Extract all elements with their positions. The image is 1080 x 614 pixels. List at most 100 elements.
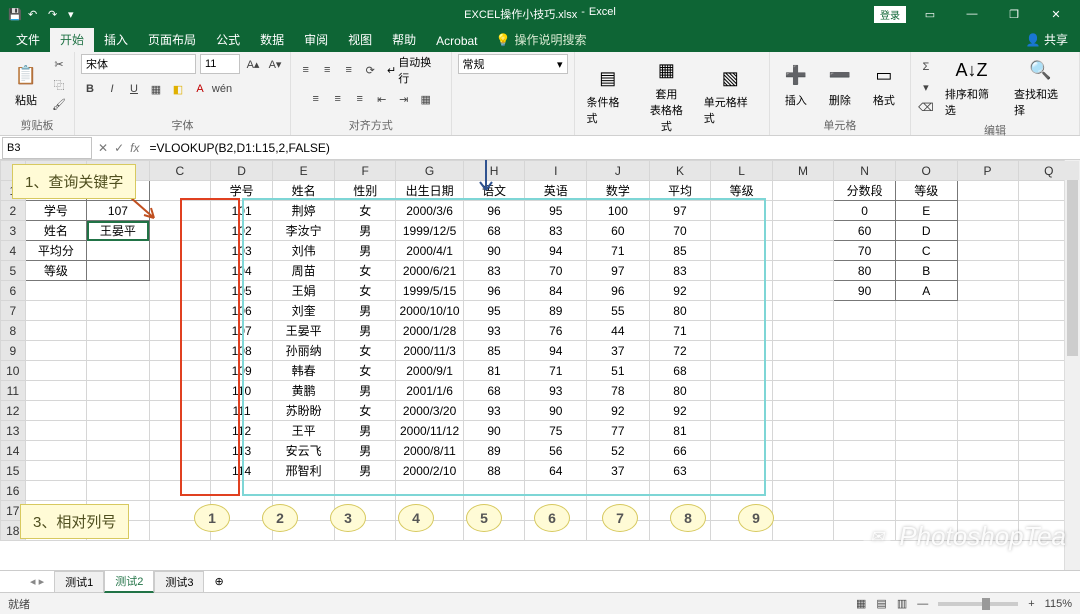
cell[interactable]: [957, 441, 1018, 461]
cell[interactable]: [1018, 381, 1079, 401]
cell[interactable]: [1018, 441, 1079, 461]
row-header[interactable]: 16: [1, 481, 26, 501]
formula-bar[interactable]: [145, 137, 1080, 159]
cell[interactable]: [149, 281, 210, 301]
cell[interactable]: 92: [649, 281, 711, 301]
cell[interactable]: 83: [525, 221, 587, 241]
col-header[interactable]: G: [396, 161, 463, 181]
cell[interactable]: [834, 501, 896, 521]
cancel-formula-icon[interactable]: ✕: [98, 141, 108, 155]
tab-help[interactable]: 帮助: [382, 27, 426, 52]
cell[interactable]: [1018, 201, 1079, 221]
cell[interactable]: 1999/5/15: [396, 281, 463, 301]
cell[interactable]: 安云飞: [273, 441, 335, 461]
cell[interactable]: [210, 481, 273, 501]
cell[interactable]: 等级: [711, 181, 773, 201]
cell[interactable]: [25, 321, 87, 341]
cell[interactable]: 2000/3/20: [396, 401, 463, 421]
autosum-icon[interactable]: Σ: [917, 58, 935, 76]
cell[interactable]: [1018, 261, 1079, 281]
cell[interactable]: [772, 501, 833, 521]
name-box[interactable]: [2, 137, 92, 159]
cell[interactable]: 89: [463, 441, 525, 461]
cell[interactable]: 85: [649, 241, 711, 261]
sheet-tab-2[interactable]: 测试2: [104, 570, 154, 593]
cell[interactable]: [772, 241, 833, 261]
format-cells-button[interactable]: ▭格式: [864, 60, 904, 110]
cell[interactable]: 90: [525, 401, 587, 421]
col-header[interactable]: N: [834, 161, 896, 181]
cell[interactable]: [834, 421, 896, 441]
cell[interactable]: 邢智利: [273, 461, 335, 481]
cell[interactable]: 81: [649, 421, 711, 441]
cell[interactable]: 37: [587, 461, 650, 481]
cell[interactable]: 97: [649, 201, 711, 221]
cell[interactable]: 平均分: [25, 241, 87, 261]
cell[interactable]: [772, 381, 833, 401]
cell[interactable]: 1999/12/5: [396, 221, 463, 241]
cell[interactable]: [149, 361, 210, 381]
tab-view[interactable]: 视图: [338, 27, 382, 52]
cell[interactable]: [772, 181, 833, 201]
cell[interactable]: [25, 301, 87, 321]
row-header[interactable]: 13: [1, 421, 26, 441]
conditional-format-button[interactable]: ▤条件格式: [581, 62, 636, 128]
cell[interactable]: 语文: [463, 181, 525, 201]
cell[interactable]: 64: [525, 461, 587, 481]
cell[interactable]: [1018, 321, 1079, 341]
cell[interactable]: [834, 341, 896, 361]
cell[interactable]: [1018, 301, 1079, 321]
cell[interactable]: [957, 261, 1018, 281]
cell[interactable]: 黄鹏: [273, 381, 335, 401]
find-select-button[interactable]: 🔍查找和选择: [1008, 54, 1073, 120]
cell[interactable]: [1018, 401, 1079, 421]
save-icon[interactable]: 💾: [8, 8, 20, 20]
cell[interactable]: 2000/11/3: [396, 341, 463, 361]
italic-button[interactable]: I: [103, 80, 121, 98]
cell[interactable]: [149, 301, 210, 321]
cell[interactable]: [834, 481, 896, 501]
cell[interactable]: 女: [334, 281, 396, 301]
cell[interactable]: 94: [525, 341, 587, 361]
cell[interactable]: 80: [649, 301, 711, 321]
cell[interactable]: [711, 381, 773, 401]
cell[interactable]: 114: [210, 461, 273, 481]
col-header[interactable]: M: [772, 161, 833, 181]
cell[interactable]: [273, 481, 335, 501]
increase-font-icon[interactable]: A▴: [244, 55, 262, 73]
cell[interactable]: [87, 321, 150, 341]
cell[interactable]: 70: [834, 241, 896, 261]
tab-review[interactable]: 审阅: [294, 27, 338, 52]
cell[interactable]: 学号: [25, 201, 87, 221]
font-size-combo[interactable]: [200, 54, 240, 74]
cell[interactable]: [25, 281, 87, 301]
cell[interactable]: [957, 341, 1018, 361]
cell[interactable]: [772, 261, 833, 281]
cell[interactable]: 56: [525, 441, 587, 461]
cell[interactable]: [957, 481, 1018, 501]
cell[interactable]: [1018, 481, 1079, 501]
cell[interactable]: 37: [587, 341, 650, 361]
col-header[interactable]: K: [649, 161, 711, 181]
cell[interactable]: 刘奎: [273, 301, 335, 321]
cell[interactable]: [957, 321, 1018, 341]
cell[interactable]: 女: [334, 401, 396, 421]
cell[interactable]: [834, 301, 896, 321]
cell[interactable]: [87, 401, 150, 421]
view-normal-icon[interactable]: ▦: [856, 597, 866, 610]
cell[interactable]: 112: [210, 421, 273, 441]
fx-icon[interactable]: fx: [130, 141, 139, 155]
cell[interactable]: [25, 341, 87, 361]
col-header[interactable]: O: [895, 161, 957, 181]
cell[interactable]: [25, 461, 87, 481]
cell[interactable]: [87, 421, 150, 441]
cell[interactable]: 109: [210, 361, 273, 381]
cell[interactable]: 89: [525, 301, 587, 321]
cell[interactable]: 90: [463, 241, 525, 261]
sheet-nav[interactable]: ◂ ▸: [30, 575, 54, 588]
cell[interactable]: C: [895, 241, 957, 261]
cell[interactable]: 88: [463, 461, 525, 481]
cell[interactable]: 77: [587, 421, 650, 441]
cell[interactable]: [895, 321, 957, 341]
col-header[interactable]: F: [334, 161, 396, 181]
